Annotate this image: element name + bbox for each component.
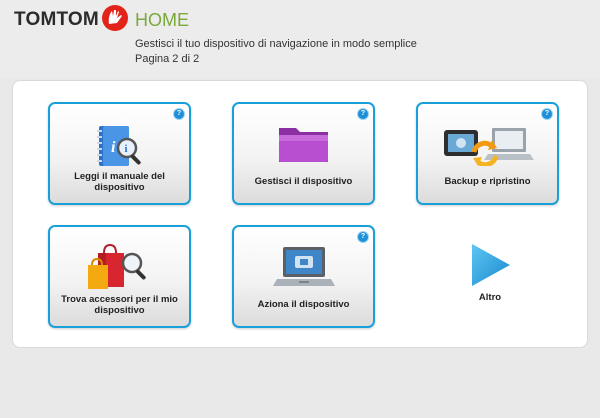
tomtom-logo: TOMTOM	[14, 9, 99, 30]
tile-label: Leggi il manuale del dispositivo	[74, 171, 165, 193]
help-icon[interactable]: ?	[174, 109, 184, 119]
app-header: TOMTOM HOME Gestisci il tuo dispositivo …	[0, 0, 600, 78]
backup-restore-icon	[443, 128, 534, 166]
svg-text:i: i	[111, 139, 116, 156]
tile-activate-device[interactable]: ? Aziona il dispositivo	[232, 225, 375, 328]
play-arrow-icon	[472, 244, 510, 286]
help-icon[interactable]: ?	[358, 232, 368, 242]
tile-find-accessories[interactable]: Trova accessori per il mio dispositivo	[48, 225, 191, 328]
page-subtitle: Gestisci il tuo dispositivo di navigazio…	[135, 38, 417, 50]
shopping-bags-icon	[87, 243, 146, 289]
help-icon[interactable]: ?	[542, 109, 552, 119]
page-title: HOME	[135, 10, 189, 30]
next-page-label: Altro	[478, 292, 502, 303]
help-icon[interactable]: ?	[358, 109, 368, 119]
next-page-button[interactable]: Altro	[460, 240, 520, 310]
tile-label: Aziona il dispositivo	[257, 299, 350, 310]
laptop-icon	[272, 247, 335, 286]
tile-label: Trova accessori per il mio dispositivo	[61, 294, 178, 316]
tile-label: Backup e ripristino	[444, 176, 531, 187]
svg-text:i: i	[124, 143, 127, 155]
manual-book-icon: i i	[96, 126, 141, 166]
tile-manage-device[interactable]: ? Gestisci il dispositivo	[232, 102, 375, 205]
purple-folder-icon	[278, 128, 328, 162]
tomtom-hands-logo-icon	[102, 5, 128, 31]
tile-read-manual[interactable]: ? i i Leggi il manuale del dispositivo	[48, 102, 191, 205]
page-indicator: Pagina 2 di 2	[135, 53, 200, 65]
tile-backup-restore[interactable]: ? Backup e ripristino	[416, 102, 559, 205]
tile-label: Gestisci il dispositivo	[254, 176, 353, 187]
